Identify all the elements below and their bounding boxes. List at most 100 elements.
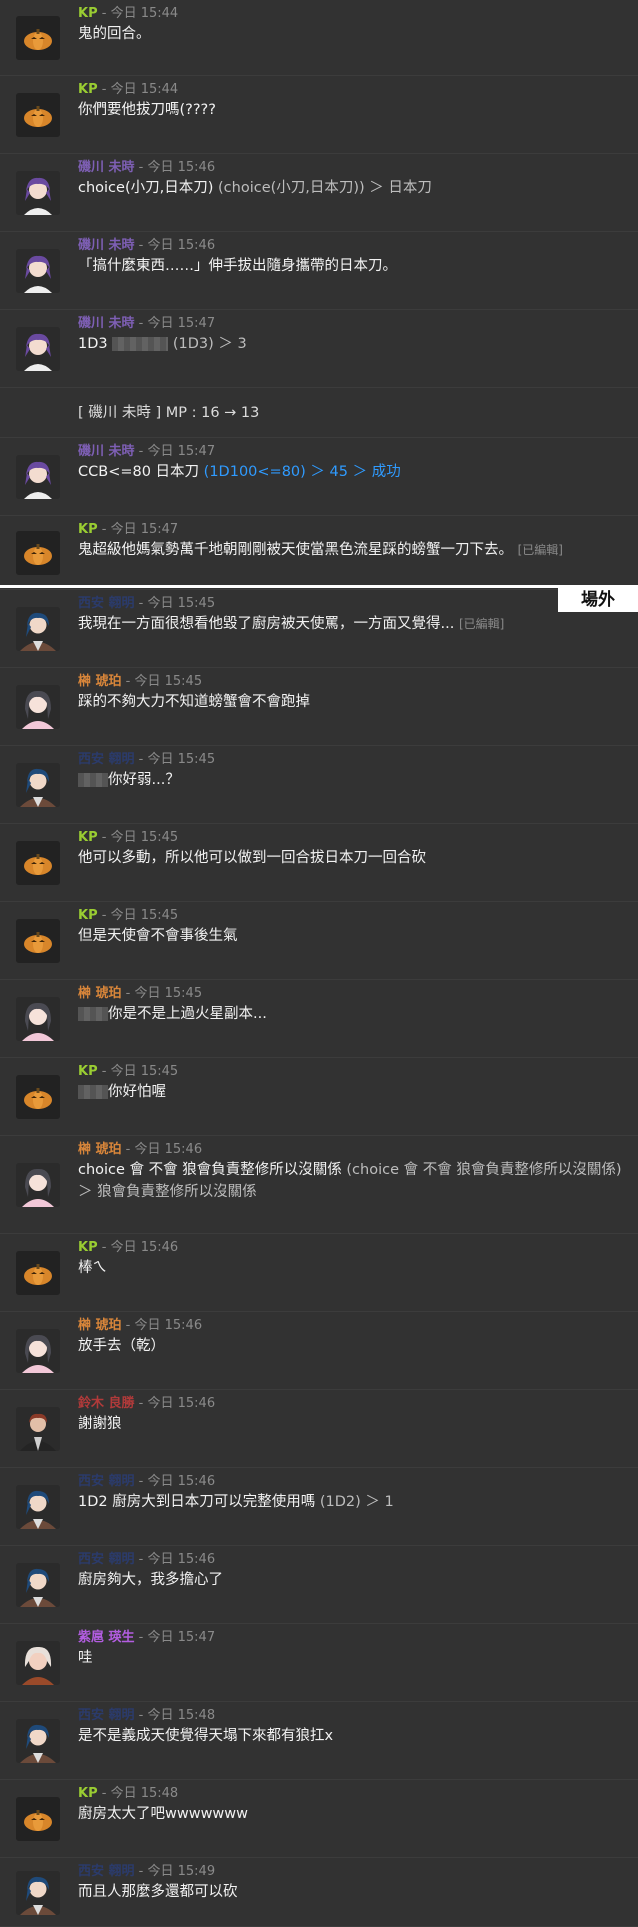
message-header: 西安 翱明 - 今日 15:46 <box>78 1551 626 1569</box>
message-header: 榊 琥珀 - 今日 15:46 <box>78 1317 626 1335</box>
chat-log: 西安 翱明 - 今日 15:49 而且人那麼多還都可以砍 KP - 今日 15:48… <box>0 0 638 1927</box>
avatar[interactable] <box>16 1407 60 1451</box>
separator: - <box>134 752 148 767</box>
avatar[interactable] <box>16 1719 60 1763</box>
message-header: KP - 今日 15:46 <box>78 1239 626 1257</box>
message-body: 你好弱...？ <box>108 772 180 788</box>
speaker-name[interactable]: KP <box>78 6 98 21</box>
message-content: 磯川 未時 - 今日 15:46 choice(小刀,日本刀) (choice(小… <box>78 159 626 199</box>
avatar[interactable] <box>16 1641 60 1685</box>
dice-roll-detail: (1D3) ＞ 3 <box>172 336 247 352</box>
avatar[interactable] <box>16 841 60 885</box>
avatar[interactable] <box>16 1163 60 1207</box>
avatar[interactable] <box>16 1563 60 1607</box>
speaker-name[interactable]: 西安 翱明 <box>78 1552 135 1567</box>
message-content: 西安 翱明 - 今日 15:49 而且人那麼多還都可以砍 <box>78 1863 626 1903</box>
message-body: 他可以多動，所以他可以做到一回合拔日本刀一回合砍 <box>78 850 426 866</box>
separator: - <box>97 522 111 537</box>
blurred-segment <box>78 1085 108 1099</box>
timestamp: 今日 15:46 <box>147 1474 216 1489</box>
avatar[interactable] <box>16 763 60 807</box>
speaker-name[interactable]: 榊 琥珀 <box>78 674 122 689</box>
message-text: 我現在一方面很想看他毀了廚房被天使罵，一方面又覺得... [已編輯] <box>78 613 626 635</box>
message-header: 西安 翱明 - 今日 15:46 <box>78 1473 626 1491</box>
message-row: KP - 今日 15:44 鬼的回合。 <box>0 0 638 76</box>
message-content: 磯川 未時 - 今日 15:47 1D3 (1D3) ＞ 3 <box>78 315 626 355</box>
message-row: KP - 今日 15:45 他可以多動，所以他可以做到一回合拔日本刀一回合砍 <box>0 824 638 902</box>
speaker-name[interactable]: 磯川 未時 <box>78 238 135 253</box>
message-content: 西安 翱明 - 今日 15:45 你好弱...？ <box>78 751 626 791</box>
message-text: 1D2 廚房大到日本刀可以完整使用嗎 (1D2) ＞ 1 <box>78 1491 626 1513</box>
avatar[interactable] <box>16 16 60 60</box>
speaker-name[interactable]: 西安 翱明 <box>78 596 135 611</box>
message-body: 你好怕喔 <box>108 1084 166 1100</box>
speaker-name[interactable]: 紫扈 瑛生 <box>78 1630 135 1645</box>
avatar[interactable] <box>16 1329 60 1373</box>
avatar[interactable] <box>16 171 60 215</box>
avatar[interactable] <box>16 1251 60 1295</box>
speaker-name[interactable]: 鈴木 良勝 <box>78 1396 135 1411</box>
message-text: choice(小刀,日本刀) (choice(小刀,日本刀)) ＞ 日本刀 <box>78 177 626 199</box>
speaker-name[interactable]: 磯川 未時 <box>78 160 135 175</box>
message-row: KP - 今日 15:45 你好怕喔 <box>0 1058 638 1136</box>
avatar[interactable] <box>16 1075 60 1119</box>
avatar[interactable] <box>16 685 60 729</box>
avatar[interactable] <box>16 327 60 371</box>
avatar[interactable] <box>16 455 60 499</box>
speaker-name[interactable]: 西安 翱明 <box>78 1708 135 1723</box>
message-content: 榊 琥珀 - 今日 15:46 放手去（乾） <box>78 1317 626 1357</box>
avatar[interactable] <box>16 1485 60 1529</box>
speaker-name[interactable]: 榊 琥珀 <box>78 986 122 1001</box>
speaker-name[interactable]: KP <box>78 1240 98 1255</box>
message-text: 而且人那麼多還都可以砍 <box>78 1881 626 1903</box>
message-body: 我現在一方面很想看他毀了廚房被天使罵，一方面又覺得... <box>78 616 455 632</box>
speaker-name[interactable]: 西安 翱明 <box>78 1864 135 1879</box>
message-row: KP - 今日 15:46 棒ㄟ <box>0 1234 638 1312</box>
separator: - <box>121 986 135 1001</box>
message-row: 西安 翱明 - 今日 15:46 廚房夠大，我多擔心了 <box>0 1546 638 1624</box>
avatar[interactable] <box>16 607 60 651</box>
message-content: 西安 翱明 - 今日 15:46 廚房夠大，我多擔心了 <box>78 1551 626 1591</box>
message-header: 榊 琥珀 - 今日 15:45 <box>78 985 626 1003</box>
message-row: 西安 翱明 - 今日 15:49 而且人那麼多還都可以砍 <box>0 1858 638 1927</box>
separator: - <box>97 830 111 845</box>
speaker-name[interactable]: KP <box>78 522 98 537</box>
message-content: 榊 琥珀 - 今日 15:45 踩的不夠大力不知道螃蟹會不會跑掉 <box>78 673 626 713</box>
avatar[interactable] <box>16 997 60 1041</box>
speaker-name[interactable]: KP <box>78 830 98 845</box>
timestamp: 今日 15:46 <box>147 160 216 175</box>
avatar[interactable] <box>16 531 60 575</box>
separator: - <box>97 6 111 21</box>
avatar[interactable] <box>16 1871 60 1915</box>
speaker-name[interactable]: 榊 琥珀 <box>78 1318 122 1333</box>
speaker-name[interactable]: 磯川 未時 <box>78 444 135 459</box>
speaker-name[interactable]: KP <box>78 82 98 97</box>
message-content: 紫扈 瑛生 - 今日 15:47 哇 <box>78 1629 626 1669</box>
message-body: 是不是義成天使覺得天塌下來都有狼扛x <box>78 1728 334 1744</box>
message-text: 廚房太大了吧wwwwwww <box>78 1803 626 1825</box>
speaker-name[interactable]: 西安 翱明 <box>78 752 135 767</box>
message-content: 榊 琥珀 - 今日 15:46 choice 會 不會 狼會負責整修所以沒關係 (… <box>78 1141 626 1203</box>
message-body: 但是天使會不會事後生氣 <box>78 928 238 944</box>
avatar[interactable] <box>16 249 60 293</box>
message-text: 你好弱...？ <box>78 769 626 791</box>
avatar[interactable] <box>16 919 60 963</box>
message-row: 鈴木 良勝 - 今日 15:46 謝謝狼 <box>0 1390 638 1468</box>
speaker-name[interactable]: 榊 琥珀 <box>78 1142 122 1157</box>
speaker-name[interactable]: 磯川 未時 <box>78 316 135 331</box>
speaker-name[interactable]: KP <box>78 1064 98 1079</box>
message-text: 踩的不夠大力不知道螃蟹會不會跑掉 <box>78 691 626 713</box>
timestamp: 今日 15:44 <box>110 82 179 97</box>
speaker-name[interactable]: 西安 翱明 <box>78 1474 135 1489</box>
message-header: 榊 琥珀 - 今日 15:46 <box>78 1141 626 1159</box>
avatar[interactable] <box>16 1797 60 1841</box>
message-header: 鈴木 良勝 - 今日 15:46 <box>78 1395 626 1413</box>
timestamp: 今日 15:46 <box>147 1552 216 1567</box>
message-content: [ 磯川 未時 ] MP : 16 → 13 <box>78 402 626 424</box>
speaker-name[interactable]: KP <box>78 1786 98 1801</box>
separator: - <box>121 1142 135 1157</box>
speaker-name[interactable]: KP <box>78 908 98 923</box>
message-content: 榊 琥珀 - 今日 15:45 你是不是上過火星副本... <box>78 985 626 1025</box>
message-header: KP - 今日 15:45 <box>78 907 626 925</box>
avatar[interactable] <box>16 93 60 137</box>
